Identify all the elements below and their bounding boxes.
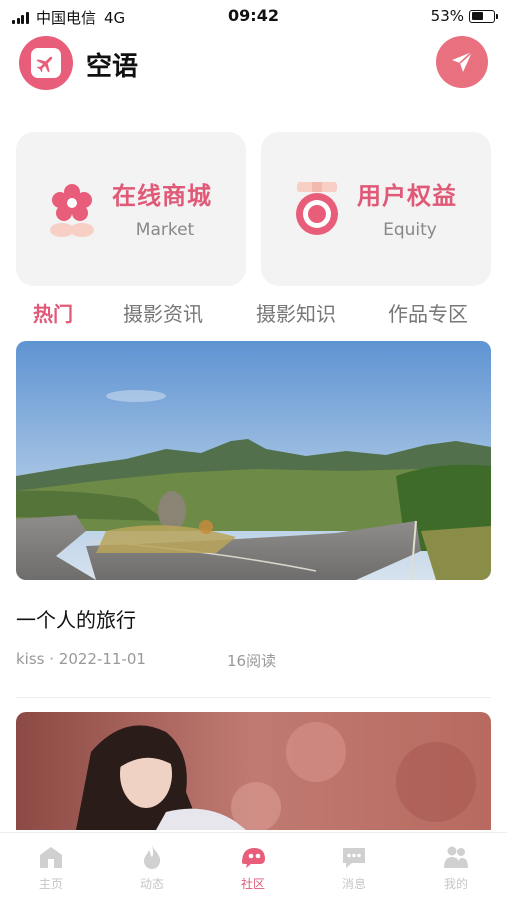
tabbar-community[interactable]: 社区 [223,843,283,892]
tabbar-home[interactable]: 主页 [21,843,81,892]
airplane-icon [31,48,61,78]
tabbar-messages-label: 消息 [341,877,366,891]
post-title[interactable]: 一个人的旅行 [16,604,136,633]
message-icon [343,848,365,868]
tab-hot[interactable]: 热门 [33,298,73,327]
bottom-tabbar: 主页 动态 社区 消息 我的 [0,832,507,900]
paper-plane-icon [452,51,473,72]
app-title: 空语 [86,52,139,82]
tabbar-trends-label: 动态 [139,877,164,891]
tabbar-messages[interactable]: 消息 [324,843,384,892]
tab-photo-news[interactable]: 摄影资讯 [123,298,203,327]
post-image-2[interactable] [16,712,491,830]
profile-icon [444,846,468,868]
post-reads: 16阅读 [227,652,277,670]
market-title: 在线商城 [112,182,212,210]
community-icon [242,848,265,868]
flame-icon [144,845,161,869]
app-logo[interactable] [19,36,73,90]
app-header: 空语 [0,34,507,92]
send-button[interactable] [436,36,488,88]
home-icon [40,847,62,868]
battery-percent: 53% [430,7,464,25]
tabbar-community-label: 社区 [240,877,265,891]
tabbar-home-label: 主页 [38,877,63,891]
tab-photo-knowledge[interactable]: 摄影知识 [256,298,336,327]
market-subtitle: Market [135,220,195,240]
equity-title: 用户权益 [357,182,457,210]
flower-icon [44,178,100,240]
battery-icon [469,9,498,23]
post-image[interactable] [16,341,491,580]
tabbar-profile[interactable]: 我的 [426,843,486,892]
market-card[interactable]: 在线商城 Market [16,132,246,286]
divider [16,697,491,698]
medal-icon [289,178,345,240]
tab-works[interactable]: 作品专区 [388,298,468,327]
equity-subtitle: Equity [383,220,437,240]
tabbar-trends[interactable]: 动态 [122,843,182,892]
tabbar-profile-label: 我的 [443,877,468,891]
equity-card[interactable]: 用户权益 Equity [261,132,491,286]
status-bar: 中国电信 4G 09:42 53% [0,0,507,32]
category-tabs: 热门 摄影资讯 摄影知识 作品专区 [0,296,507,330]
status-right: 53% [430,7,498,25]
post-meta: kiss · 2022-11-01 [16,650,146,668]
